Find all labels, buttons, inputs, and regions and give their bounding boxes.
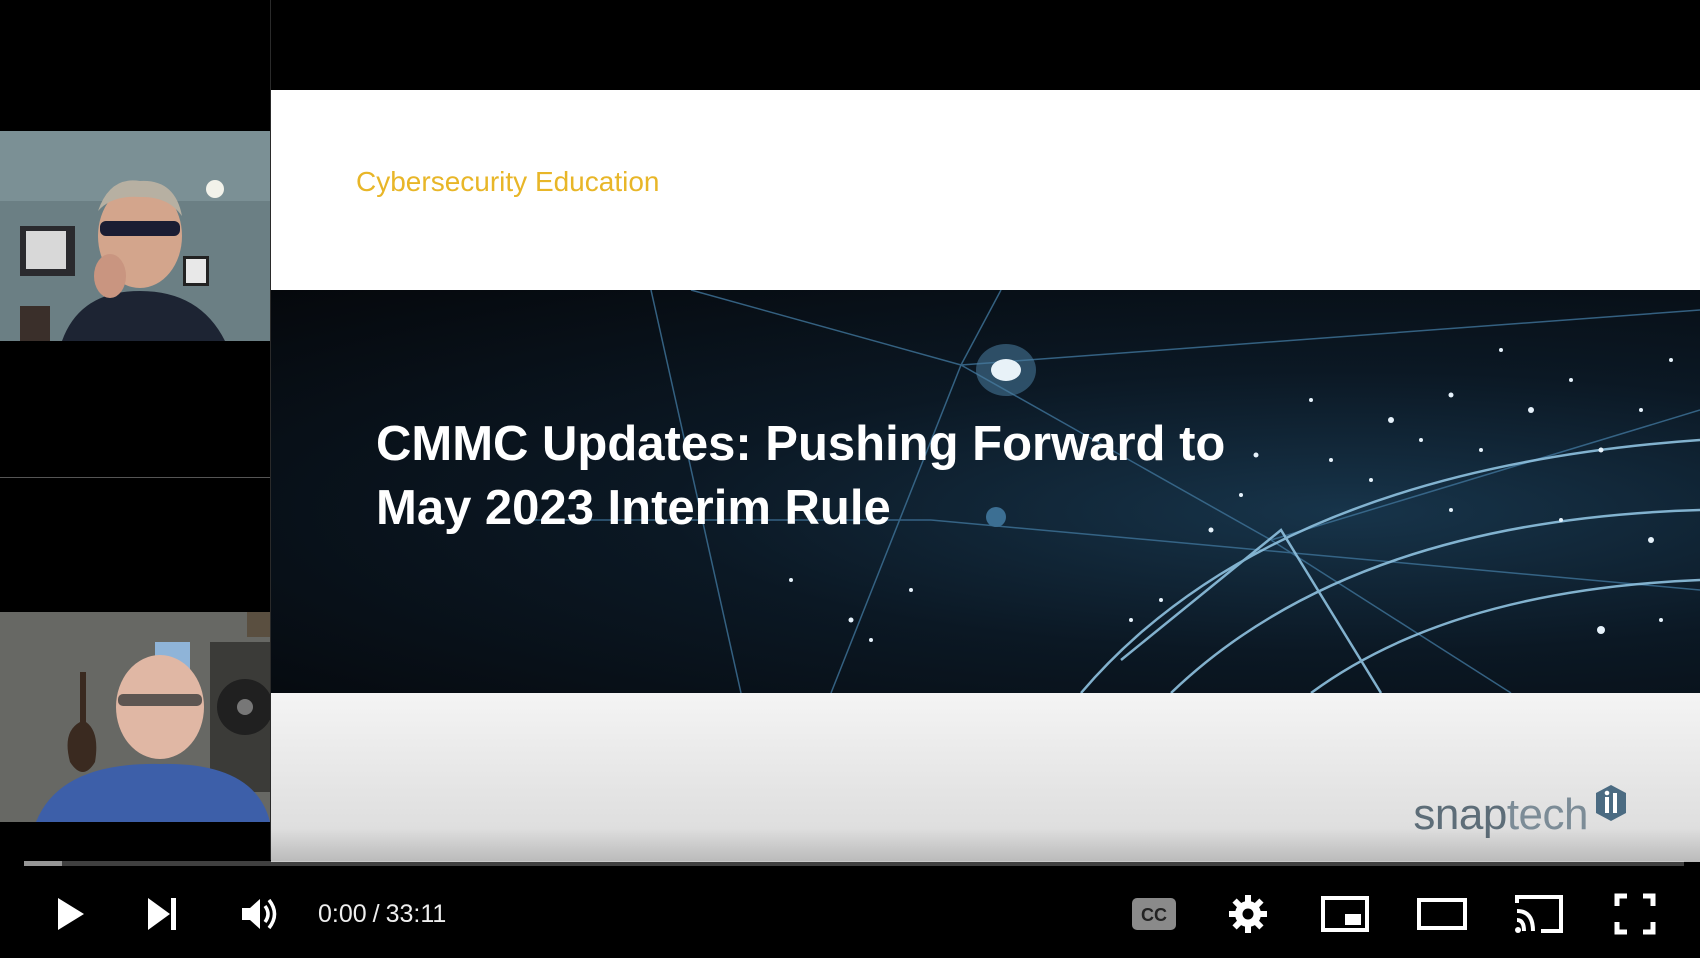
progress-buffered [24,861,63,866]
presentation-slide: Cybersecurity Education CMMC Updates: Pu… [271,90,1700,862]
volume-icon [242,898,277,930]
slide-footer: snaptech [271,693,1700,862]
brand-name-dark: snap [1413,790,1507,839]
participant-divider [0,477,270,478]
brand-wordmark: snaptech [1413,790,1588,840]
captions-button[interactable]: CC [1124,878,1184,950]
volume-button[interactable] [228,878,292,950]
miniplayer-button[interactable] [1315,878,1375,950]
control-bar: 0:00 / 33:11 CC [0,878,1700,950]
svg-text:CC: CC [1141,905,1167,925]
time-separator: / [372,899,380,928]
video-player[interactable]: Cybersecurity Education CMMC Updates: Pu… [0,0,1700,958]
slide-title-line-1: CMMC Updates: Pushing Forward to [376,417,1226,471]
slide-hero-image: CMMC Updates: Pushing Forward to May 202… [271,290,1700,693]
brand-name-light: tech [1506,790,1589,839]
next-icon [148,898,176,930]
slide-header: Cybersecurity Education [271,90,1700,290]
cast-button[interactable] [1508,878,1570,950]
current-time: 0:00 [318,899,367,928]
brand-mark-icon [1592,783,1630,828]
next-button[interactable] [132,878,192,950]
gear-icon [1229,895,1267,933]
miniplayer-icon [1321,896,1369,932]
play-button[interactable] [40,878,100,950]
slide-kicker: Cybersecurity Education [356,166,660,197]
slide-title: CMMC Updates: Pushing Forward to May 202… [376,412,1376,540]
captions-icon: CC [1132,898,1176,930]
slide-title-line-2: May 2023 Interim Rule [376,481,891,535]
snaptech-logo: snaptech [1413,783,1630,840]
participant-video-1 [0,131,270,341]
settings-button[interactable] [1218,878,1278,950]
duration: 33:11 [385,899,447,928]
participants-column [0,0,271,860]
fullscreen-button[interactable] [1604,878,1666,950]
theater-mode-button[interactable] [1412,878,1472,950]
cast-icon [1515,895,1563,933]
participant-video-2 [0,612,270,822]
fullscreen-icon [1614,893,1656,935]
theater-mode-icon [1417,898,1467,930]
play-icon [58,898,84,930]
time-display: 0:00 / 33:11 [318,878,446,950]
progress-bar[interactable] [24,861,1684,866]
